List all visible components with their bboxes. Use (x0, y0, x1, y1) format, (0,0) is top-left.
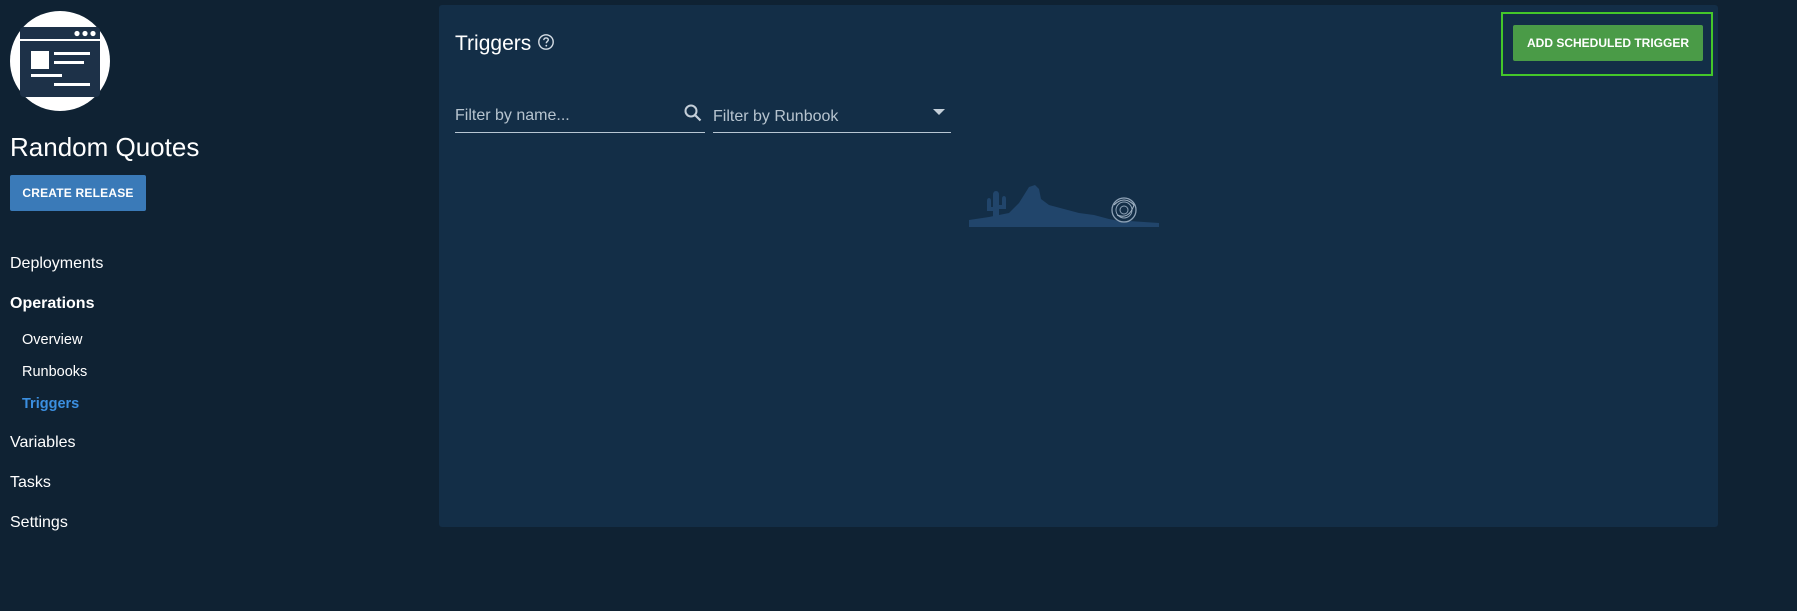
search-icon (684, 104, 702, 122)
add-scheduled-trigger-button[interactable]: ADD SCHEDULED TRIGGER (1513, 25, 1703, 61)
nav-deployments[interactable]: Deployments (10, 255, 103, 273)
nav-overview[interactable]: Overview (22, 332, 82, 348)
nav-operations[interactable]: Operations (10, 295, 94, 313)
nav-runbooks[interactable]: Runbooks (22, 364, 87, 380)
project-browser-icon (20, 27, 100, 97)
project-logo[interactable] (10, 11, 110, 111)
filter-by-name-input[interactable] (455, 105, 675, 127)
filter-by-runbook-select[interactable]: Filter by Runbook (713, 95, 951, 133)
filter-by-runbook-placeholder: Filter by Runbook (713, 108, 839, 125)
sidebar: Random Quotes CREATE RELEASE Deployments… (0, 0, 420, 611)
nav-triggers[interactable]: Triggers (22, 396, 79, 412)
page-title: Triggers (455, 32, 532, 55)
filter-by-name-field (455, 95, 705, 133)
project-name: Random Quotes (10, 132, 200, 162)
triggers-panel: Triggers ADD SCHEDULED TRIGGER Filter by… (439, 5, 1718, 527)
nav-variables[interactable]: Variables (10, 434, 76, 452)
empty-desert-illustration (969, 185, 1159, 227)
create-release-button[interactable]: CREATE RELEASE (10, 175, 146, 211)
nav-tasks[interactable]: Tasks (10, 474, 51, 492)
chevron-down-icon (933, 109, 945, 115)
help-icon[interactable] (537, 33, 555, 51)
nav-settings[interactable]: Settings (10, 514, 68, 532)
